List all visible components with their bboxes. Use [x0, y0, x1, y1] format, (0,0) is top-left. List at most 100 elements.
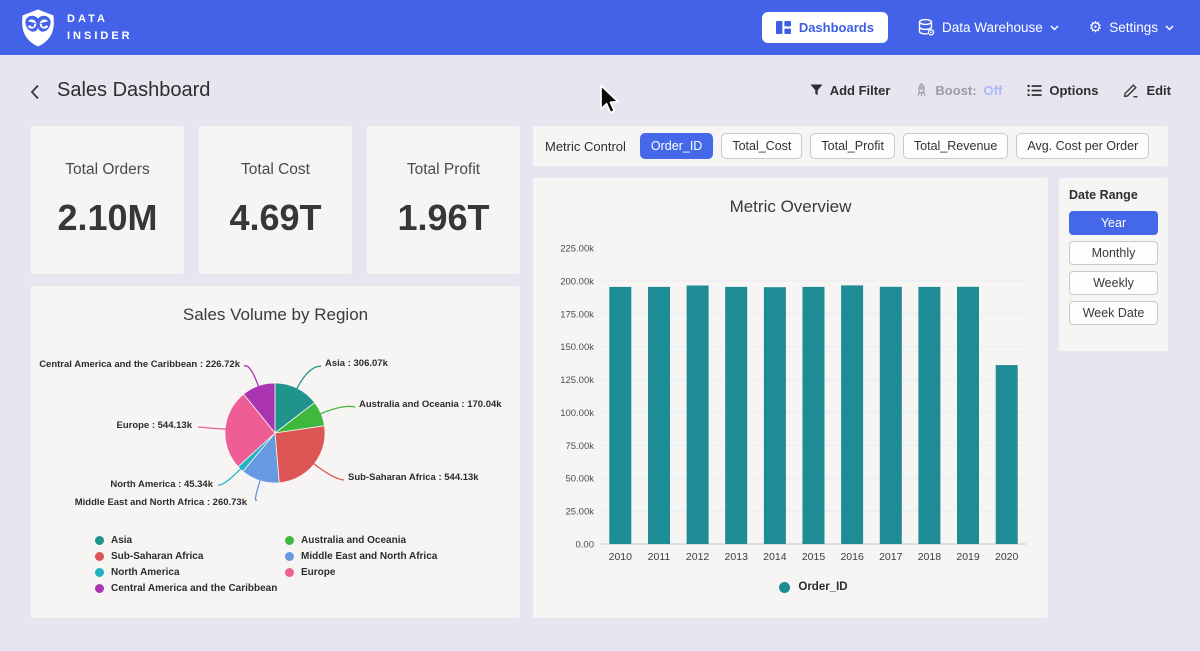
metric-option-total-revenue[interactable]: Total_Revenue	[903, 133, 1008, 159]
legend-item-north-america[interactable]: North America	[95, 564, 285, 580]
back-button[interactable]	[27, 84, 43, 100]
kpi-value: 1.96T	[397, 197, 489, 239]
legend-dot	[779, 582, 790, 593]
metric-control-label: Metric Control	[545, 139, 626, 154]
boost-value: Off	[984, 83, 1003, 98]
legend-item-australia-and-oceania[interactable]: Australia and Oceania	[285, 532, 437, 548]
bar-2013[interactable]	[725, 287, 747, 544]
dashboard-grid-icon	[776, 21, 791, 34]
date-range-option-weekly[interactable]: Weekly	[1069, 271, 1158, 295]
top-nav: DATA INSIDER Dashboards Data Warehouse	[0, 0, 1200, 55]
settings-menu[interactable]: ⚙ Settings	[1089, 20, 1174, 35]
pie-slice-sub-saharan-africa[interactable]	[275, 426, 325, 483]
boost-toggle[interactable]: Boost: Off	[915, 83, 1002, 98]
chevron-left-icon	[30, 84, 40, 100]
legend-label: Middle East and North Africa	[301, 551, 437, 562]
date-range-options: Year Monthly Weekly Week Date	[1069, 211, 1158, 325]
sales-volume-panel: Sales Volume by Region Asia : 306.07kAus…	[31, 286, 520, 618]
date-range-option-year[interactable]: Year	[1069, 211, 1158, 235]
dashboards-label: Dashboards	[799, 20, 874, 35]
page-title: Sales Dashboard	[57, 79, 210, 102]
list-icon	[1027, 84, 1042, 97]
legend-item-middle-east-and-north-africa[interactable]: Middle East and North Africa	[285, 548, 437, 564]
metric-option-order-id[interactable]: Order_ID	[640, 133, 713, 159]
kpi-label: Total Profit	[407, 161, 480, 179]
y-tick-label: 175.00k	[560, 309, 594, 320]
legend-dot	[95, 584, 104, 593]
kpi-card-total-orders: Total Orders 2.10M	[31, 126, 184, 274]
pie-legend: Asia Sub-Saharan Africa North AmericaCentr…	[95, 532, 437, 596]
edit-label: Edit	[1146, 83, 1171, 98]
metric-option-total-cost[interactable]: Total_Cost	[721, 133, 802, 159]
bar-legend[interactable]: Order_ID	[601, 581, 1026, 593]
metric-option-total-profit[interactable]: Total_Profit	[810, 133, 895, 159]
pie-label-line	[218, 468, 242, 485]
bar-2014[interactable]	[764, 287, 786, 544]
pie-label-australia-and-oceania: Australia and Oceania : 170.04k	[359, 399, 502, 410]
bar-2011[interactable]	[648, 287, 670, 544]
add-filter-button[interactable]: Add Filter	[810, 83, 891, 98]
pie-label-sub-saharan-africa: Sub-Saharan Africa : 544.13k	[348, 472, 479, 483]
legend-item-europe[interactable]: Europe	[285, 564, 437, 580]
legend-label: Europe	[301, 567, 335, 578]
legend-label: Order_ID	[798, 581, 847, 593]
x-tick-label: 2014	[763, 551, 787, 563]
bar-chart: 225.00k200.00k175.00k150.00k125.00k100.0…	[533, 178, 1048, 618]
legend-item-central-america-and-the-caribbean[interactable]: Central America and the Caribbean	[95, 580, 285, 596]
x-tick-label: 2010	[609, 551, 633, 563]
data-warehouse-menu[interactable]: Data Warehouse	[918, 19, 1059, 36]
pie-label-europe: Europe : 544.13k	[116, 420, 192, 431]
y-tick-label: 50.00k	[565, 474, 594, 485]
bar-2017[interactable]	[880, 287, 902, 544]
bar-2015[interactable]	[803, 287, 825, 544]
legend-dot	[95, 536, 104, 545]
y-tick-label: 75.00k	[565, 441, 594, 452]
legend-dot	[285, 536, 294, 545]
legend-label: Sub-Saharan Africa	[111, 551, 203, 562]
x-tick-label: 2018	[918, 551, 942, 563]
legend-dot	[95, 568, 104, 577]
date-range-option-monthly[interactable]: Monthly	[1069, 241, 1158, 265]
kpi-value: 4.69T	[229, 197, 321, 239]
settings-label: Settings	[1109, 20, 1158, 35]
metric-option-avg-cost-per-order[interactable]: Avg. Cost per Order	[1016, 133, 1149, 159]
legend-item-asia[interactable]: Asia	[95, 532, 285, 548]
header-actions: Add Filter Boost: Off Options Edit	[810, 82, 1171, 98]
rocket-icon	[915, 83, 928, 97]
edit-button[interactable]: Edit	[1123, 82, 1171, 98]
nav-right: Dashboards Data Warehouse ⚙ Settings	[762, 12, 1174, 43]
pencil-icon	[1123, 82, 1139, 98]
bar-2020[interactable]	[996, 365, 1018, 544]
legend-dot	[285, 552, 294, 561]
x-tick-label: 2015	[802, 551, 826, 563]
gear-icon: ⚙	[1089, 20, 1102, 35]
date-range-option-week-date[interactable]: Week Date	[1069, 301, 1158, 325]
pie-label-line	[319, 406, 355, 414]
pie-label-line	[244, 366, 259, 388]
data-warehouse-label: Data Warehouse	[942, 20, 1043, 35]
bar-2018[interactable]	[918, 287, 940, 544]
bar-2012[interactable]	[687, 286, 709, 545]
x-tick-label: 2012	[686, 551, 710, 563]
brand-text: DATA INSIDER	[67, 11, 133, 44]
metric-overview-panel: Metric Overview 225.00k200.00k175.00k150…	[533, 178, 1048, 618]
y-tick-label: 25.00k	[565, 507, 594, 518]
bar-2019[interactable]	[957, 287, 979, 544]
x-tick-label: 2011	[648, 551, 671, 563]
dashboards-button[interactable]: Dashboards	[762, 12, 888, 43]
boost-label: Boost:	[935, 83, 976, 98]
bar-2016[interactable]	[841, 285, 863, 544]
options-button[interactable]: Options	[1027, 83, 1098, 98]
pie-label-middle-east-and-north-africa: Middle East and North Africa : 260.73k	[75, 497, 247, 508]
pie-label-north-america: North America : 45.34k	[110, 479, 213, 490]
y-tick-label: 100.00k	[560, 408, 594, 419]
legend-dot	[285, 568, 294, 577]
kpi-label: Total Cost	[241, 161, 310, 179]
owl-logo-icon	[20, 9, 56, 47]
x-tick-label: 2017	[879, 551, 903, 563]
pie-label-line	[313, 463, 344, 480]
bar-2010[interactable]	[609, 287, 631, 544]
legend-label: Asia	[111, 535, 132, 546]
legend-item-sub-saharan-africa[interactable]: Sub-Saharan Africa	[95, 548, 285, 564]
x-tick-label: 2013	[725, 551, 749, 563]
